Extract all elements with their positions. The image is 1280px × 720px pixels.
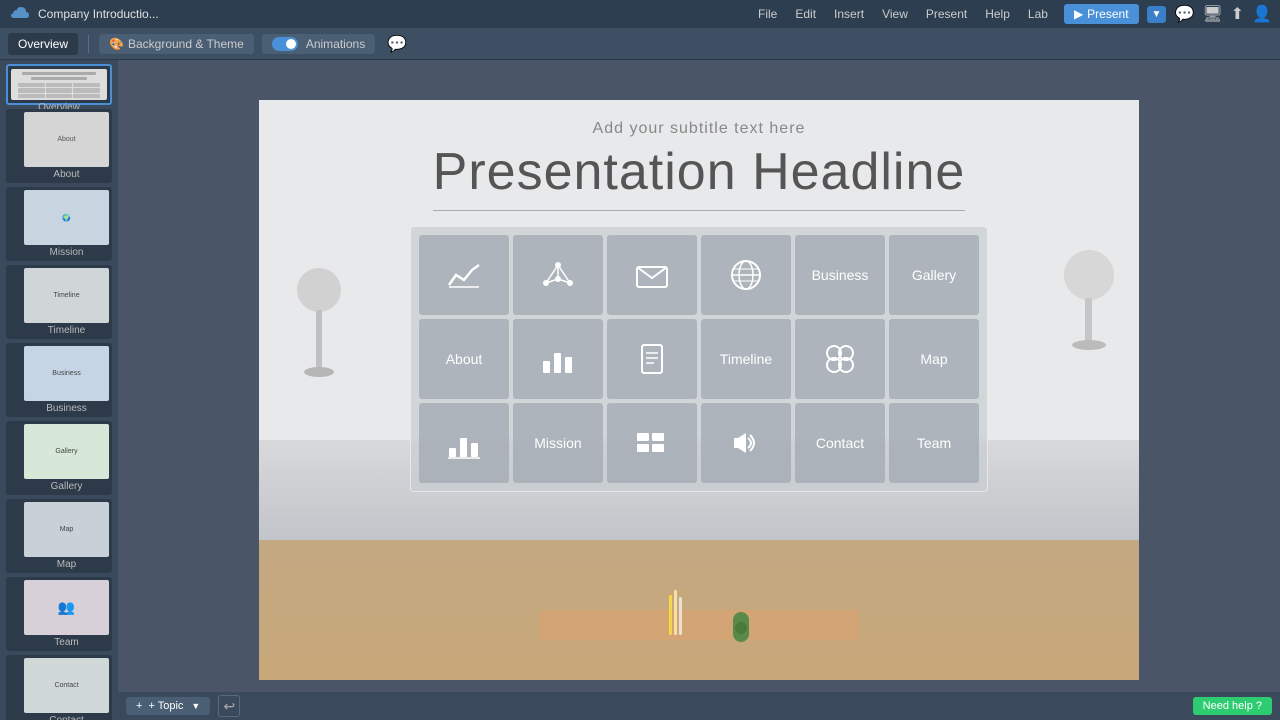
grid-cell-barchart[interactable] bbox=[513, 319, 603, 399]
play-icon: ▶ bbox=[1074, 7, 1083, 21]
globe-icon bbox=[726, 255, 766, 295]
app-title: Company Introductio... bbox=[38, 7, 742, 21]
app-logo bbox=[8, 3, 30, 25]
menu-file[interactable]: File bbox=[750, 5, 785, 23]
menu-edit[interactable]: Edit bbox=[787, 5, 824, 23]
slide-label-2: Mission bbox=[24, 247, 109, 258]
grid-cell-speaker[interactable] bbox=[701, 403, 791, 483]
toolbar: Overview 🎨 Background & Theme Animations… bbox=[0, 28, 1280, 60]
grid-cell-mail[interactable] bbox=[607, 235, 697, 315]
mail-icon bbox=[632, 255, 672, 295]
menu-help[interactable]: Help bbox=[977, 5, 1018, 23]
grid-cell-barchart2[interactable] bbox=[419, 403, 509, 483]
about-label: About bbox=[446, 351, 483, 367]
grid-cell-business[interactable]: Business bbox=[795, 235, 885, 315]
grid-cell-doc[interactable] bbox=[607, 319, 697, 399]
slide: Add your subtitle text here Presentation… bbox=[259, 100, 1139, 680]
slide-label-3: Timeline bbox=[24, 325, 109, 336]
slide-subtitle: Add your subtitle text here bbox=[593, 120, 806, 138]
circles-icon bbox=[820, 339, 860, 379]
menu-insert[interactable]: Insert bbox=[826, 5, 872, 23]
grid-cell-gallery[interactable]: Gallery bbox=[889, 235, 979, 315]
document-icon bbox=[632, 339, 672, 379]
bg-theme-button[interactable]: 🎨 Background & Theme bbox=[99, 34, 254, 54]
gallery-label: Gallery bbox=[912, 267, 956, 283]
slide-thumb-overview[interactable]: Overview bbox=[6, 64, 112, 105]
present-dropdown[interactable]: ▼ bbox=[1147, 6, 1167, 23]
pencils bbox=[669, 590, 682, 635]
canvas-area: Add your subtitle text here Presentation… bbox=[118, 60, 1280, 720]
slide-thumb-7[interactable]: 7 👥 Team bbox=[6, 577, 112, 651]
bar-chart-icon bbox=[538, 339, 578, 379]
animations-button[interactable]: Animations bbox=[262, 34, 375, 54]
grid-cell-network[interactable] bbox=[513, 235, 603, 315]
present-button[interactable]: ▶ Present bbox=[1064, 4, 1139, 24]
grid-cell-circles[interactable] bbox=[795, 319, 885, 399]
menu-present[interactable]: Present bbox=[918, 5, 975, 23]
speaker-icon bbox=[726, 423, 766, 463]
user-icon[interactable]: 👤 bbox=[1252, 4, 1272, 24]
top-actions: ▶ Present ▼ 💬 🖥 ⬆ 👤 bbox=[1064, 4, 1272, 24]
monitor-icon[interactable]: 🖥 bbox=[1202, 4, 1222, 24]
grid-cell-globe[interactable] bbox=[701, 235, 791, 315]
main-layout: Overview 1 About About 2 🌍 Mission 3 Tim… bbox=[0, 60, 1280, 720]
share-icon[interactable]: ⬆ bbox=[1231, 4, 1244, 24]
tab-overview[interactable]: Overview bbox=[8, 33, 78, 55]
slide-label-7: Team bbox=[24, 637, 109, 648]
grid-cell-timeline[interactable]: Timeline bbox=[701, 319, 791, 399]
slide-thumb-6[interactable]: 6 Map Map bbox=[6, 499, 112, 573]
dropdown-arrow-icon: ▼ bbox=[191, 701, 200, 711]
map-label: Map bbox=[920, 351, 947, 367]
toggle-icon bbox=[272, 37, 298, 51]
grid-cell-table[interactable] bbox=[607, 403, 697, 483]
timeline-label: Timeline bbox=[720, 351, 772, 367]
desk bbox=[539, 610, 859, 640]
cactus bbox=[729, 592, 753, 642]
slide-thumb-4[interactable]: 4 Business Business bbox=[6, 343, 112, 417]
palette-icon: 🎨 bbox=[109, 37, 124, 51]
comment-bubble-icon[interactable]: 💬 bbox=[387, 34, 407, 54]
slide-label-6: Map bbox=[24, 559, 109, 570]
grid-cell-mission[interactable]: Mission bbox=[513, 403, 603, 483]
menu-lab[interactable]: Lab bbox=[1020, 5, 1056, 23]
comment-icon[interactable]: 💬 bbox=[1174, 4, 1194, 24]
table-icon bbox=[632, 423, 672, 463]
contact-label: Contact bbox=[816, 435, 864, 451]
slide-thumb-5[interactable]: 5 Gallery Gallery bbox=[6, 421, 112, 495]
slide-thumb-3[interactable]: 3 Timeline Timeline bbox=[6, 265, 112, 339]
lamp-left bbox=[289, 260, 349, 380]
mission-label: Mission bbox=[534, 435, 581, 451]
slide-thumb-2[interactable]: 2 🌍 Mission bbox=[6, 187, 112, 261]
bottom-bar: + + Topic ▼ ↩ Need help ? bbox=[118, 692, 1280, 720]
grid-cell-contact[interactable]: Contact bbox=[795, 403, 885, 483]
slide-label-5: Gallery bbox=[24, 481, 109, 492]
menu-bar: File Edit Insert View Present Help Lab bbox=[750, 5, 1056, 23]
slide-label-1: About bbox=[24, 169, 109, 180]
slide-headline: Presentation Headline bbox=[433, 142, 966, 211]
grid-cell-chart[interactable] bbox=[419, 235, 509, 315]
line-chart-icon bbox=[444, 255, 484, 295]
back-arrow-icon: ↩ bbox=[223, 698, 235, 715]
top-bar: Company Introductio... File Edit Insert … bbox=[0, 0, 1280, 28]
slide-thumb-8[interactable]: 8 Contact Contact bbox=[6, 655, 112, 720]
sidebar: Overview 1 About About 2 🌍 Mission 3 Tim… bbox=[0, 60, 118, 720]
add-icon: + bbox=[136, 700, 142, 712]
business-label: Business bbox=[812, 267, 869, 283]
grid-cell-map[interactable]: Map bbox=[889, 319, 979, 399]
menu-view[interactable]: View bbox=[874, 5, 916, 23]
grid-panel: Business Gallery About bbox=[410, 226, 988, 492]
grid-cell-team[interactable]: Team bbox=[889, 403, 979, 483]
bar-chart2-icon bbox=[444, 423, 484, 463]
slide-thumb-1[interactable]: 1 About About bbox=[6, 109, 112, 183]
add-topic-button[interactable]: + + Topic ▼ bbox=[126, 697, 210, 715]
network-icon bbox=[538, 255, 578, 295]
slide-label-4: Business bbox=[24, 403, 109, 414]
team-label: Team bbox=[917, 435, 951, 451]
slide-label-8: Contact bbox=[24, 715, 109, 720]
grid-cell-about[interactable]: About bbox=[419, 319, 509, 399]
lamp-right bbox=[1049, 250, 1119, 350]
back-button[interactable]: ↩ bbox=[218, 695, 240, 717]
toolbar-divider bbox=[88, 35, 89, 53]
need-help-button[interactable]: Need help ? bbox=[1193, 697, 1272, 715]
